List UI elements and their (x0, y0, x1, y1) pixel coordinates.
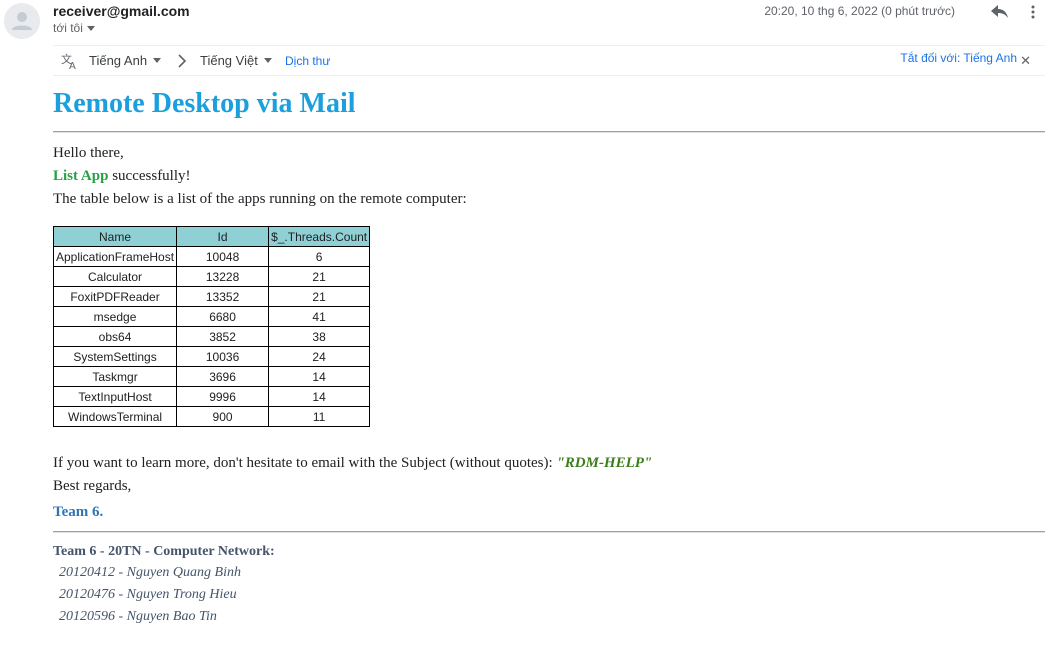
app-table: Name Id $_.Threads.Count ApplicationFram… (52, 226, 371, 427)
translate-icon: 文 A (61, 52, 76, 70)
app-threads-cell: 24 (268, 346, 371, 367)
svg-text:A: A (69, 61, 76, 70)
reply-icon (991, 5, 1008, 18)
divider (53, 131, 1045, 133)
signature-title: Team 6 - 20TN - Computer Network: (53, 544, 275, 559)
target-language-select[interactable]: Tiếng Việt (200, 53, 272, 68)
sender-avatar[interactable] (4, 3, 40, 39)
source-language-select[interactable]: Tiếng Anh (89, 53, 162, 68)
reply-button[interactable] (987, 1, 1013, 23)
app-name-cell: TextInputHost (52, 386, 178, 407)
app-name-cell: msedge (52, 306, 178, 327)
app-threads-cell: 38 (268, 326, 371, 347)
app-id-cell: 9996 (176, 386, 270, 407)
app-id-cell: 3696 (176, 366, 270, 387)
signature-member: 20120596 - Nguyen Bao Tin (59, 609, 217, 624)
table-header-row: Name Id $_.Threads.Count (52, 226, 371, 247)
person-icon (4, 3, 40, 39)
app-threads-cell: 21 (268, 286, 371, 307)
chevron-down-icon (153, 58, 162, 63)
column-header-name: Name (52, 226, 178, 247)
app-threads-cell: 14 (268, 386, 371, 407)
turn-off-translation-link[interactable]: Tắt đối với: Tiếng Anh (900, 51, 1017, 65)
more-options-button[interactable] (1023, 1, 1043, 23)
table-row: ApplicationFrameHost 10048 6 (52, 246, 371, 267)
signature-member: 20120476 - Nguyen Trong Hieu (59, 587, 237, 602)
status-line: List App successfully! (53, 165, 1045, 188)
caret-down-icon (86, 25, 95, 31)
table-row: SystemSettings 10036 24 (52, 346, 371, 367)
recipient-toggle[interactable]: tới tôi (53, 21, 95, 35)
app-id-cell: 3852 (176, 326, 270, 347)
chevron-down-icon (263, 58, 272, 63)
table-row: msedge 6680 41 (52, 306, 371, 327)
source-language-label: Tiếng Anh (89, 53, 148, 68)
app-id-cell: 900 (176, 406, 270, 427)
app-threads-cell: 41 (268, 306, 371, 327)
translate-message-link[interactable]: Dịch thư (285, 54, 330, 68)
app-threads-cell: 11 (268, 406, 371, 427)
app-id-cell: 10048 (176, 246, 270, 267)
greeting: Hello there, (53, 145, 124, 161)
signature-divider (53, 531, 1045, 533)
app-name-cell: obs64 (52, 326, 178, 347)
signature-member: 20120412 - Nguyen Quang Binh (59, 565, 241, 580)
app-name-cell: Taskmgr (52, 366, 178, 387)
target-language-label: Tiếng Việt (200, 53, 258, 68)
app-name-cell: ApplicationFrameHost (52, 246, 178, 267)
regards: Best regards, (53, 478, 132, 494)
action-suffix: successfully! (108, 168, 191, 184)
intro-text: The table below is a list of the apps ru… (53, 191, 467, 207)
mail-title: Remote Desktop via Mail (53, 88, 356, 119)
column-header-id: Id (176, 226, 270, 247)
app-name-cell: WindowsTerminal (52, 406, 178, 427)
app-threads-cell: 21 (268, 266, 371, 287)
help-subject: "RDM-HELP" (556, 455, 653, 471)
table-row: obs64 3852 38 (52, 326, 371, 347)
table-row: TextInputHost 9996 14 (52, 386, 371, 407)
app-table-wrap: Name Id $_.Threads.Count ApplicationFram… (52, 226, 1045, 427)
action-name: List App (53, 168, 109, 184)
app-threads-cell: 6 (268, 246, 371, 267)
chevron-right-icon (178, 54, 187, 68)
table-row: WindowsTerminal 900 11 (52, 406, 371, 427)
learn-more-text: If you want to learn more, don't hesitat… (53, 455, 557, 471)
recipient-label: tới tôi (53, 21, 83, 35)
app-id-cell: 6680 (176, 306, 270, 327)
table-row: FoxitPDFReader 13352 21 (52, 286, 371, 307)
table-row: Taskmgr 3696 14 (52, 366, 371, 387)
translate-bar: 文 A Tiếng Anh Tiếng Việt Dịch thư Tắt đố… (53, 45, 1045, 76)
column-header-threads: $_.Threads.Count (268, 226, 371, 247)
app-name-cell: SystemSettings (52, 346, 178, 367)
team-sign: Team 6. (53, 504, 104, 520)
learn-more-line: If you want to learn more, don't hesitat… (53, 452, 1045, 475)
mail-body: Remote Desktop via Mail Hello there, Lis… (52, 86, 1045, 628)
close-icon[interactable]: ✕ (1020, 53, 1031, 69)
app-name-cell: Calculator (52, 266, 178, 287)
app-id-cell: 10036 (176, 346, 270, 367)
app-threads-cell: 14 (268, 366, 371, 387)
sent-date: 20:20, 10 thg 6, 2022 (0 phút trước) (764, 4, 955, 18)
app-id-cell: 13228 (176, 266, 270, 287)
app-name-cell: FoxitPDFReader (52, 286, 178, 307)
table-row: Calculator 13228 21 (52, 266, 371, 287)
app-id-cell: 13352 (176, 286, 270, 307)
sender-address[interactable]: receiver@gmail.com (53, 3, 190, 19)
more-vert-icon (1031, 5, 1035, 19)
